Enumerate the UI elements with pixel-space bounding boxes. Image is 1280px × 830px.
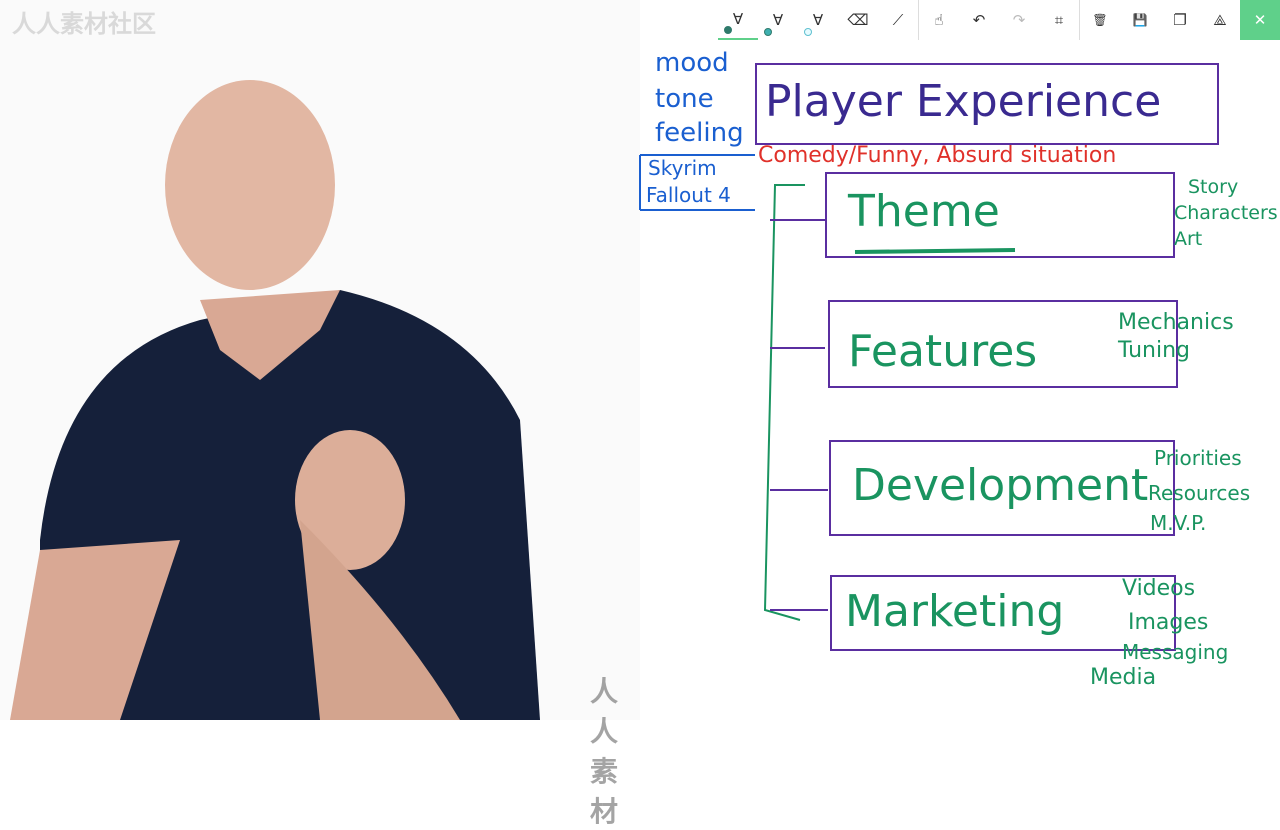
note: Resources [1148, 481, 1251, 505]
subtitle-text: Comedy/Funny, Absurd situation [758, 143, 1117, 168]
feeling-note: feeling [655, 118, 744, 148]
note: Story [1188, 176, 1239, 198]
note: Videos [1122, 576, 1196, 601]
note: M.V.P. [1150, 511, 1207, 535]
section-label-theme: Theme [848, 186, 1000, 237]
note: Art [1174, 228, 1203, 250]
note: Mechanics [1118, 310, 1234, 335]
note: Messaging [1122, 640, 1229, 664]
section-label-features: Features [848, 326, 1038, 377]
section-label-development: Development [852, 460, 1149, 511]
note: Priorities [1154, 446, 1242, 470]
note: Tuning [1118, 338, 1191, 363]
note: Images [1128, 610, 1209, 635]
note: Characters [1174, 202, 1278, 224]
title-text: Player Experience [765, 76, 1162, 127]
tone-note: tone [655, 84, 714, 114]
example-skyrim: Skyrim [648, 156, 717, 180]
note: Media [1090, 665, 1157, 690]
section-label-marketing: Marketing [845, 586, 1065, 637]
example-fallout: Fallout 4 [646, 183, 731, 207]
mood-note: mood [655, 48, 729, 78]
